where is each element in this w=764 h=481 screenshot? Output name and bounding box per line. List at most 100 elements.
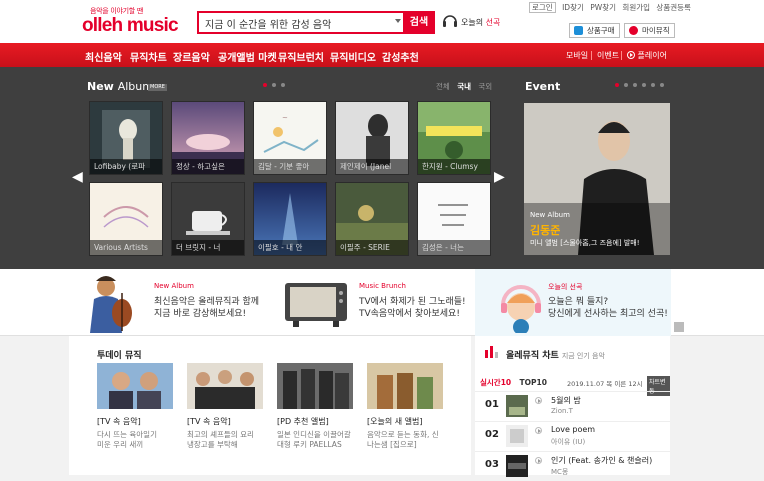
- nav-item-video[interactable]: 뮤직비디오: [330, 49, 376, 64]
- chart-thumbnail: [506, 455, 528, 477]
- today-card-tag: [TV 속 음악]: [97, 417, 141, 426]
- nav-item-recommend[interactable]: 감성추천: [382, 49, 419, 64]
- event-title: Event: [525, 80, 561, 93]
- filter-domestic[interactable]: 국내: [457, 82, 471, 91]
- pager-dot[interactable]: [660, 83, 664, 87]
- album-card[interactable]: 이필호 - 내 안: [254, 183, 326, 255]
- promo-title: New Album: [154, 282, 194, 290]
- pager-dot[interactable]: [615, 83, 619, 87]
- play-icon[interactable]: [535, 397, 542, 404]
- promo-line2: TV속음악에서 찾아보세요!: [359, 309, 460, 319]
- register-voucher-link[interactable]: 상품권등록: [656, 3, 691, 12]
- album-card[interactable]: 김성은 - 너는: [418, 183, 490, 255]
- today-music-section: 투데이 뮤직 [TV 속 음악] 다시 뜨는 육아일기 미운 우리 새끼 [TV…: [69, 336, 471, 475]
- find-id-link[interactable]: ID찾기: [562, 3, 584, 12]
- today-card-line2: 냉장고를 부탁해: [187, 440, 238, 449]
- pick-accent: 선곡: [485, 18, 501, 27]
- today-music-title: 투데이 뮤직: [97, 351, 142, 361]
- find-pw-link[interactable]: PW찾기: [590, 3, 616, 12]
- play-icon[interactable]: [535, 427, 542, 434]
- filter-all[interactable]: 전체: [436, 82, 450, 91]
- listener-illustration: [501, 285, 541, 333]
- promo-band: New Album 최신음악은 올레뮤직과 함께 지금 바로 감상해보세요! M…: [0, 269, 764, 336]
- pager-dot[interactable]: [624, 83, 628, 87]
- event-banner[interactable]: New Album 김동준 미니 앨범 [스물아홉,그 즈음에] 발매!: [524, 103, 670, 255]
- event-description: 미니 앨범 [스물아홉,그 즈음에] 발매!: [530, 239, 640, 247]
- nav-player-link[interactable]: 플레이어: [627, 50, 667, 61]
- today-card-line1: 다시 뜨는 육아일기: [97, 430, 157, 439]
- olleh-chart-section: 올레뮤직 차트 지금 인기 음악 실시간10 TOP10 2019.11.07 목…: [475, 336, 670, 477]
- header: 음악을 이야기할 땐 olleh music 검색 오늘의 선곡 로그인 ID찾…: [0, 0, 764, 43]
- pager-dot[interactable]: [651, 83, 655, 87]
- today-card[interactable]: [TV 속 음악] 최고의 셰프들의 요리 냉장고를 부탁해: [187, 363, 263, 450]
- album-caption: 제인제이 (Janel: [336, 159, 408, 174]
- pager-dot[interactable]: [633, 83, 637, 87]
- search-button[interactable]: 검색: [403, 11, 435, 34]
- login-link[interactable]: 로그인: [529, 2, 556, 13]
- event-label: New Album: [530, 211, 570, 219]
- promo-new-album[interactable]: New Album 최신음악은 올레뮤직과 함께 지금 바로 감상해보세요!: [70, 269, 268, 336]
- main-nav: 최신음악 뮤직차트 장르음악 공개앨범 마켓 뮤직브런치 뮤직비디오 감성추천 …: [0, 43, 764, 67]
- today-card-image: [277, 363, 353, 409]
- chart-row[interactable]: 02 Love poem 아이유 (IU): [475, 421, 670, 451]
- join-link[interactable]: 회원가입: [622, 3, 650, 12]
- pager-dot[interactable]: [263, 83, 267, 87]
- today-card-image: [97, 363, 173, 409]
- nav-item-album-market[interactable]: 공개앨범 마켓: [218, 49, 277, 64]
- album-card[interactable]: 제인제이 (Janel: [336, 102, 408, 174]
- album-card[interactable]: 더 브릿지 - 너: [172, 183, 244, 255]
- chart-song-title: Love poem: [551, 425, 596, 434]
- nav-item-brunch[interactable]: 뮤직브런치: [278, 49, 324, 64]
- today-card[interactable]: [TV 속 음악] 다시 뜨는 육아일기 미운 우리 새끼: [97, 363, 173, 450]
- promo-line1: 오늘은 뭐 들지?: [548, 297, 609, 307]
- today-card-image: [367, 363, 443, 409]
- search-dropdown-icon[interactable]: [395, 19, 401, 23]
- promo-today-pick[interactable]: 오늘의 선곡 오늘은 뭐 들지? 당신에게 선사하는 최고의 선곡!: [475, 269, 671, 336]
- next-arrow-icon[interactable]: ▶: [494, 169, 505, 185]
- album-card[interactable]: Lofibaby (로파: [90, 102, 162, 174]
- album-caption: 김달 - 기분 좋아: [254, 159, 326, 174]
- today-pick-link[interactable]: 오늘의 선곡: [442, 12, 502, 34]
- album-filters: 전체 국내 국외: [436, 81, 497, 92]
- pick-label: 오늘의: [461, 18, 484, 27]
- album-card[interactable]: 정상 - 하고싶은: [172, 102, 244, 174]
- play-circle-icon: [627, 51, 635, 59]
- chart-row[interactable]: 03 인기 (Feat. 송가인 & 챈슬러) MC몽: [475, 451, 670, 481]
- nav-item-genre[interactable]: 장르음악: [173, 49, 210, 64]
- today-card-line1: 음악으로 듣는 동화, 신: [367, 430, 439, 439]
- album-caption: 더 브릿지 - 너: [172, 240, 244, 255]
- pager-dot[interactable]: [272, 83, 276, 87]
- search-input[interactable]: [205, 15, 393, 31]
- album-card[interactable]: 한지원 - Clumsy: [418, 102, 490, 174]
- pager-dot[interactable]: [281, 83, 285, 87]
- tab-realtime[interactable]: 실시간10: [480, 378, 511, 387]
- more-button[interactable]: MORE: [148, 84, 167, 91]
- nav-divider: [621, 51, 622, 60]
- filter-foreign[interactable]: 국외: [478, 82, 492, 91]
- my-music-button[interactable]: 마이뮤직: [624, 23, 675, 38]
- collapse-button[interactable]: [674, 322, 684, 332]
- pager-dot[interactable]: [642, 83, 646, 87]
- album-caption: 김성은 - 너는: [418, 240, 490, 255]
- promo-music-brunch[interactable]: Music Brunch TV에서 화제가 된 그노래들! TV속음악에서 찾아…: [277, 269, 471, 336]
- tab-top10[interactable]: TOP10: [520, 378, 547, 387]
- today-card[interactable]: [PD 추천 앨범] 일본 인디신을 이끌어갈 대형 루키 PAELLAS: [277, 363, 353, 450]
- prev-arrow-icon[interactable]: ◀: [72, 169, 83, 185]
- today-card-line2: 대형 루키 PAELLAS: [277, 440, 342, 449]
- promo-title: Music Brunch: [359, 282, 406, 290]
- nav-mobile-link[interactable]: 모바일: [566, 50, 588, 61]
- promo-line2: 지금 바로 감상해보세요!: [154, 309, 247, 319]
- buy-product-button[interactable]: 상품구매: [569, 23, 620, 38]
- chart-row[interactable]: 01 5월의 밤 Zion.T: [475, 391, 670, 421]
- today-card[interactable]: [오늘의 새 앨범] 음악으로 듣는 동화, 신 나는샘 [집으로]: [367, 363, 443, 450]
- play-icon[interactable]: [535, 457, 542, 464]
- nav-event-link[interactable]: 이벤트: [597, 50, 619, 61]
- album-caption: Various Artists: [90, 240, 162, 255]
- album-card[interactable]: 이필주 - SERIE: [336, 183, 408, 255]
- album-card[interactable]: Various Artists: [90, 183, 162, 255]
- today-card-tag: [PD 추천 앨범]: [277, 417, 329, 426]
- nav-item-latest[interactable]: 최신음악: [85, 49, 122, 64]
- logo[interactable]: 음악을 이야기할 땐 olleh music: [82, 6, 182, 36]
- album-card[interactable]: ~ 김달 - 기분 좋아: [254, 102, 326, 174]
- nav-item-chart[interactable]: 뮤직차트: [130, 49, 167, 64]
